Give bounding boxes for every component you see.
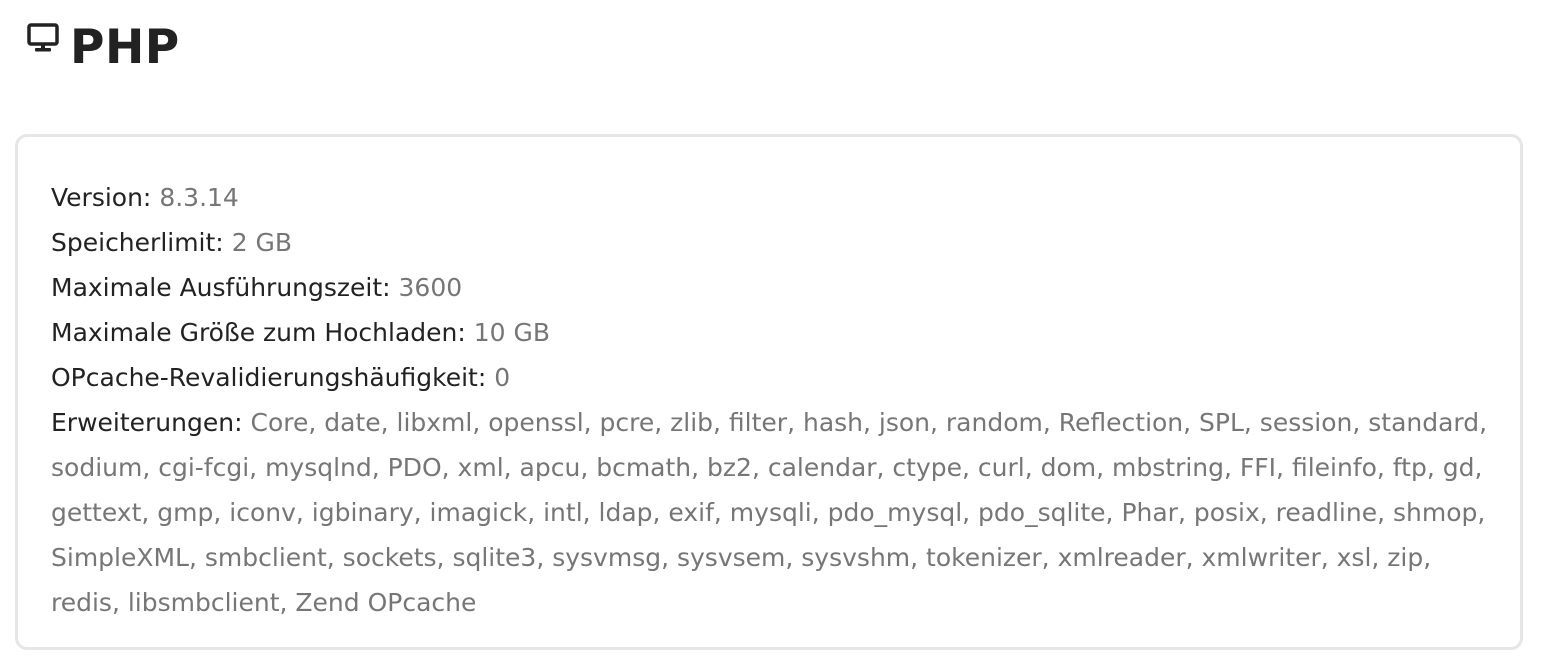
extensions-label: Erweiterungen: — [51, 408, 243, 437]
memory-limit-label: Speicherlimit: — [51, 228, 224, 257]
memory-limit-row: Speicherlimit: 2 GB — [51, 220, 1488, 265]
max-upload-size-row: Maximale Größe zum Hochladen: 10 GB — [51, 310, 1488, 355]
php-info-card: Version: 8.3.14 Speicherlimit: 2 GB Maxi… — [15, 134, 1523, 650]
version-row: Version: 8.3.14 — [51, 175, 1488, 220]
extensions-row: Erweiterungen: Core, date, libxml, opens… — [51, 400, 1491, 625]
max-upload-size-value: 10 GB — [473, 318, 551, 347]
max-execution-time-row: Maximale Ausführungszeit: 3600 — [51, 265, 1488, 310]
max-upload-size-label: Maximale Größe zum Hochladen: — [51, 318, 466, 347]
version-label: Version: — [51, 183, 152, 212]
max-execution-time-value: 3600 — [398, 273, 463, 302]
opcache-revalidate-label: OPcache-Revalidierungshäufigkeit: — [51, 363, 487, 392]
opcache-revalidate-value: 0 — [494, 363, 511, 392]
memory-limit-value: 2 GB — [231, 228, 293, 257]
page-title: PHP — [70, 20, 180, 75]
extensions-value: Core, date, libxml, openssl, pcre, zlib,… — [51, 408, 1488, 617]
monitor-icon — [27, 23, 59, 52]
opcache-revalidate-row: OPcache-Revalidierungshäufigkeit: 0 — [51, 355, 1488, 400]
version-value: 8.3.14 — [159, 183, 239, 212]
page-header: PHP — [26, 18, 180, 78]
max-execution-time-label: Maximale Ausführungszeit: — [51, 273, 391, 302]
